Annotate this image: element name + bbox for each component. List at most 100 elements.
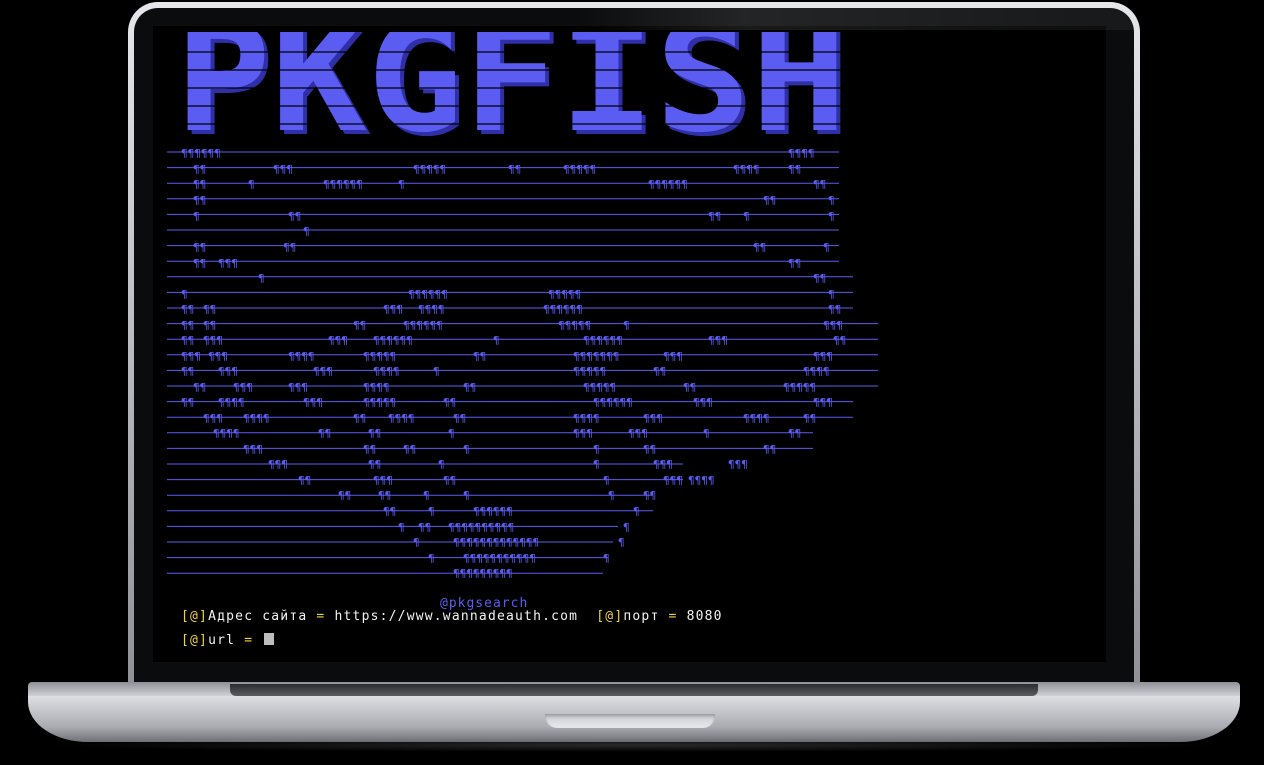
ascii-pilcrow: ¶¶: [181, 334, 194, 347]
ascii-pilcrow: ¶¶¶¶: [788, 147, 815, 160]
ascii-pilcrow: ¶¶¶¶: [213, 427, 240, 440]
laptop-shadow: [40, 738, 1230, 752]
ascii-pilcrow: ¶¶¶¶¶¶: [473, 505, 513, 518]
ascii-pilcrow: ¶¶¶¶: [743, 412, 770, 425]
port-value: 8080: [686, 609, 723, 624]
ascii-pilcrow: ¶¶¶: [303, 396, 323, 409]
ascii-pilcrow: ¶¶: [353, 319, 366, 332]
ascii-pilcrow: ¶¶¶¶¶¶: [583, 334, 623, 347]
ascii-pilcrow: ¶¶¶¶: [803, 365, 830, 378]
ascii-pilcrow: ¶: [433, 365, 440, 378]
ascii-pilcrow: ¶¶: [708, 210, 721, 223]
banner-title-front: PKGFISH: [175, 32, 847, 142]
ascii-pilcrow: ¶¶: [643, 489, 656, 502]
ascii-pilcrow: ¶¶¶¶¶¶: [323, 178, 363, 191]
ascii-pilcrow: ¶¶: [181, 396, 194, 409]
ascii-pilcrow: ¶¶: [368, 458, 381, 471]
ascii-pilcrow: ¶¶¶¶¶¶: [648, 178, 688, 191]
ascii-pilcrow: ¶¶¶¶¶: [363, 396, 396, 409]
ascii-pilcrow: ¶¶¶¶¶¶¶¶¶: [453, 567, 513, 580]
ascii-pilcrow: ¶¶¶: [813, 396, 833, 409]
ascii-pilcrow: ¶¶¶: [573, 427, 593, 440]
ascii-pilcrow: ¶: [398, 178, 405, 191]
ascii-pilcrow: ¶¶: [753, 241, 766, 254]
ascii-pilcrow: ¶¶¶¶: [373, 365, 400, 378]
ascii-pilcrow: ¶: [413, 536, 420, 549]
ascii-pilcrow: ¶: [703, 427, 710, 440]
ascii-pilcrow: ¶¶: [193, 178, 206, 191]
ascii-pilcrow: ¶¶¶: [823, 319, 843, 332]
ascii-pilcrow: ¶¶¶¶: [733, 163, 760, 176]
ascii-pilcrow: ¶¶: [813, 178, 826, 191]
ascii-pilcrow: ¶¶¶: [643, 412, 663, 425]
ascii-pilcrow: ¶¶¶: [628, 427, 648, 440]
ascii-pilcrow: ¶¶¶¶: [388, 412, 415, 425]
ascii-pilcrow: ¶: [438, 458, 445, 471]
ascii-pilcrow: ¶¶: [181, 365, 194, 378]
ascii-pilcrow: ¶: [593, 458, 600, 471]
ascii-pilcrow: ¶¶: [443, 474, 456, 487]
trackpad-notch: [545, 714, 715, 728]
terminal-cursor[interactable]: [264, 633, 275, 645]
ascii-pilcrow: ¶¶¶: [218, 365, 238, 378]
ascii-pilcrow: ¶¶¶¶: [688, 474, 715, 487]
ascii-pilcrow: ¶¶¶¶¶: [573, 365, 606, 378]
ascii-pilcrow: ¶¶: [193, 381, 206, 394]
ascii-pilcrow: ¶¶¶: [653, 458, 673, 471]
ascii-pilcrow: ¶¶¶: [328, 334, 348, 347]
ascii-pilcrow: ¶¶¶¶¶¶¶¶¶¶¶: [463, 552, 536, 565]
bracket-tag: [@]: [596, 609, 624, 624]
url-prompt-line[interactable]: [@]url =: [181, 633, 275, 648]
ascii-pilcrow: ¶¶: [353, 412, 366, 425]
ascii-pilcrow: ¶¶¶: [693, 396, 713, 409]
ascii-pilcrow: ¶: [423, 489, 430, 502]
ascii-pilcrow: ¶: [593, 443, 600, 456]
url-label: url: [208, 633, 236, 648]
ascii-pilcrow: ¶¶: [283, 241, 296, 254]
banner-logo: PKGFISH PKGFISH: [173, 32, 853, 142]
ascii-pilcrow: ¶¶: [383, 505, 396, 518]
ascii-pilcrow: ¶¶¶¶: [218, 396, 245, 409]
ascii-pilcrow: ¶¶¶: [383, 303, 403, 316]
ascii-pilcrow: ¶¶¶¶¶: [413, 163, 446, 176]
ascii-pilcrow: ¶: [428, 505, 435, 518]
ascii-pilcrow: ¶: [398, 521, 405, 534]
ascii-pilcrow: ¶: [633, 505, 640, 518]
ascii-pilcrow: ¶¶: [473, 350, 486, 363]
ascii-pilcrow: ¶¶: [453, 412, 466, 425]
ascii-pilcrow: ¶¶¶: [373, 474, 393, 487]
port-label: порт: [623, 609, 660, 624]
ascii-pilcrow: ¶: [303, 225, 310, 238]
ascii-pilcrow: ¶: [828, 210, 835, 223]
ascii-pilcrow: ¶: [603, 552, 610, 565]
ascii-pilcrow: ¶: [828, 194, 835, 207]
ascii-pilcrow: ¶¶¶: [728, 458, 748, 471]
ascii-pilcrow: ¶¶¶: [288, 381, 308, 394]
ascii-pilcrow: ¶¶: [203, 319, 216, 332]
ascii-pilcrow: ¶¶¶¶¶¶: [373, 334, 413, 347]
ascii-pilcrow: ¶¶¶¶¶: [583, 381, 616, 394]
bracket-tag: [@]: [181, 609, 209, 624]
ascii-pilcrow: ¶¶: [318, 427, 331, 440]
equals-sign: =: [659, 609, 687, 624]
ascii-pilcrow: ¶¶: [828, 303, 841, 316]
ascii-pilcrow: ¶¶¶¶¶: [363, 350, 396, 363]
ascii-pilcrow: ¶¶: [683, 381, 696, 394]
ascii-pilcrow: ¶¶¶: [313, 365, 333, 378]
ascii-pilcrow: ¶¶¶¶¶¶: [403, 319, 443, 332]
site-info-line: [@]Адрес сайта = https://www.wannadeauth…: [181, 609, 723, 624]
ascii-pilcrow: ¶: [618, 536, 625, 549]
ascii-pilcrow: ¶¶¶¶¶¶¶: [573, 350, 619, 363]
ascii-pilcrow: ¶¶: [193, 163, 206, 176]
ascii-pilcrow: ¶¶¶¶: [243, 412, 270, 425]
ascii-pilcrow: ¶: [493, 334, 500, 347]
ascii-pilcrow: ¶¶¶¶: [288, 350, 315, 363]
terminal-screen[interactable]: PKGFISH PKGFISH ¶¶¶¶¶¶ ¶¶¶¶ ¶¶ ¶¶¶ ¶¶¶¶¶ ¶¶ ¶¶…: [153, 26, 1106, 662]
ascii-pilcrow: ¶¶¶: [208, 350, 228, 363]
ascii-pilcrow: ¶¶¶: [218, 257, 238, 270]
site-url: https://www.wannadeauth.com: [334, 609, 579, 624]
ascii-pilcrow: ¶¶: [181, 319, 194, 332]
ascii-pilcrow: ¶¶¶¶¶¶: [593, 396, 633, 409]
ascii-pilcrow: ¶¶¶¶: [418, 303, 445, 316]
ascii-pilcrow: ¶¶: [788, 257, 801, 270]
